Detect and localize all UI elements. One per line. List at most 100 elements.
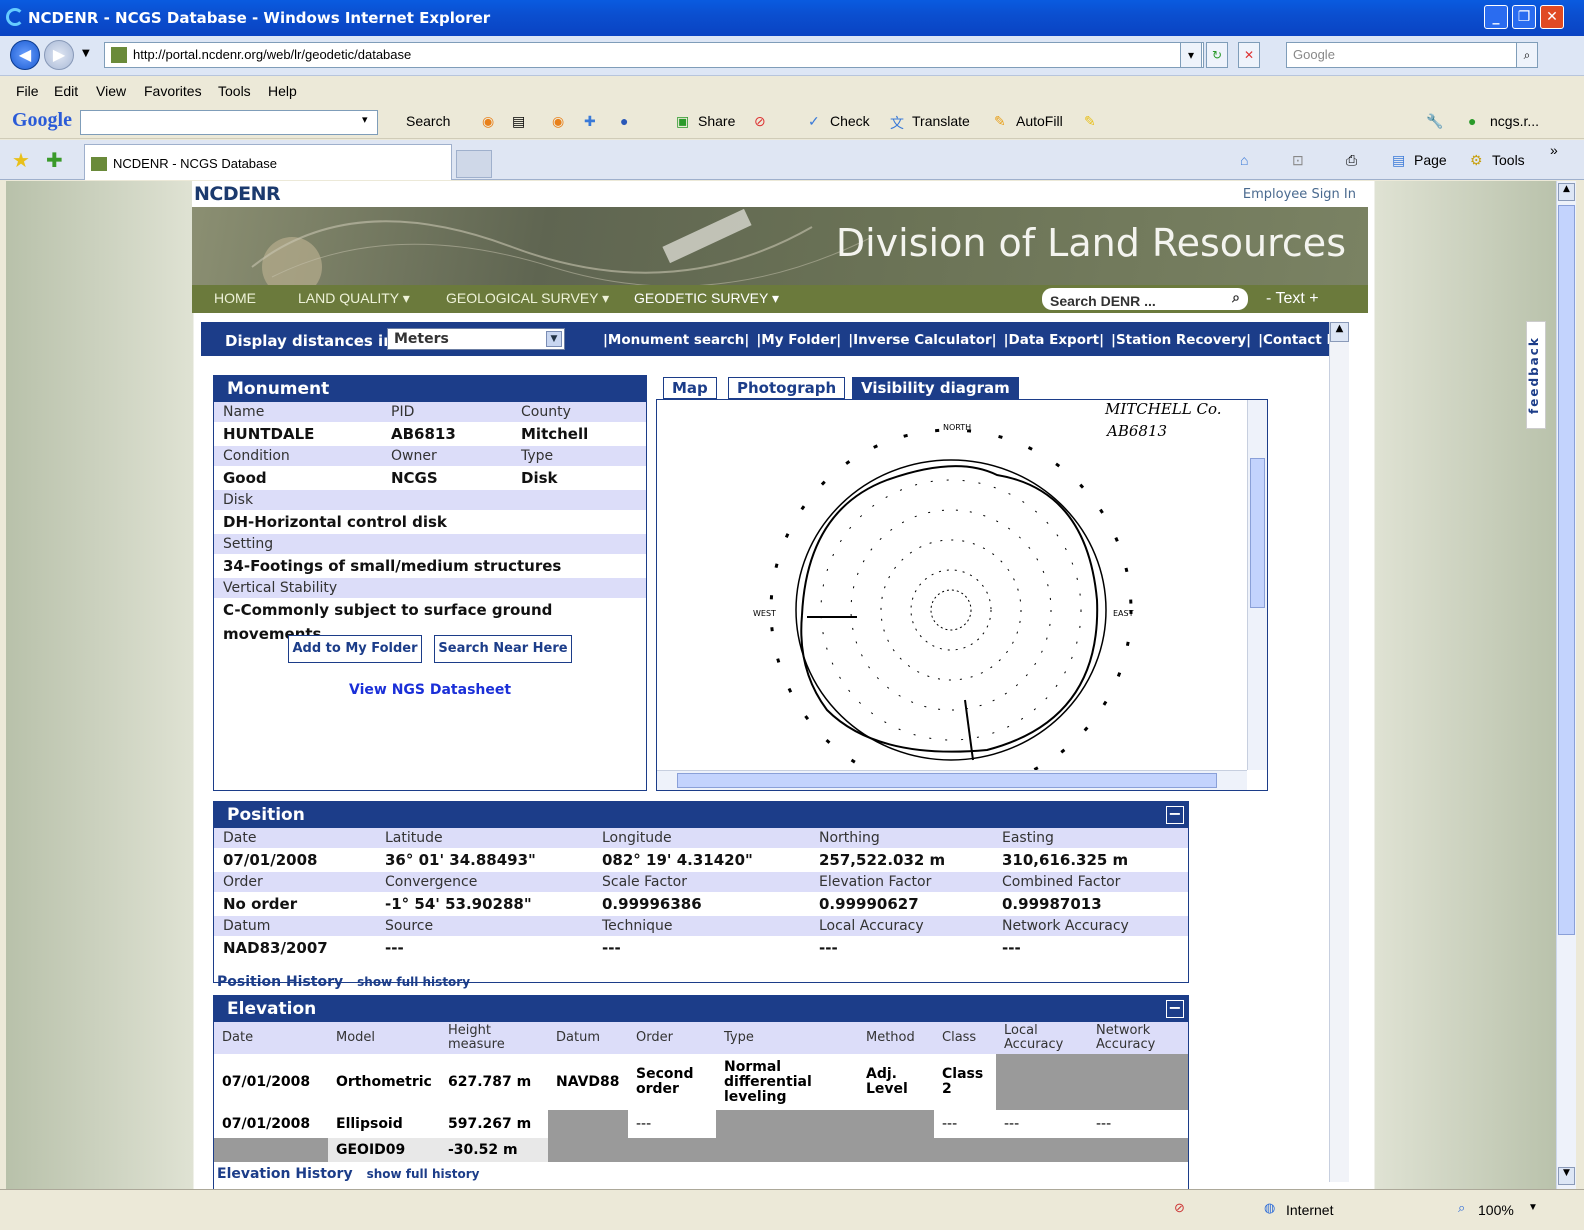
zoom-dropdown-icon[interactable]: ▼ xyxy=(1528,1202,1538,1213)
window-titlebar: NCDENR - NCGS Database - Windows Interne… xyxy=(0,0,1584,36)
menu-edit[interactable]: Edit xyxy=(54,83,78,99)
page-icon: ▤ xyxy=(1392,152,1406,168)
inverse-calculator-link[interactable]: |Inverse Calculator| xyxy=(848,332,996,348)
refresh-icon[interactable]: ↻ xyxy=(1206,42,1228,68)
text-size-control[interactable]: - Text + xyxy=(1266,290,1319,308)
feeds-icon[interactable]: ⊡ xyxy=(1292,152,1304,169)
tools-menu[interactable]: Tools xyxy=(1492,152,1525,168)
tab-map[interactable]: Map xyxy=(663,377,717,399)
stop-icon[interactable]: ✕ xyxy=(1238,42,1260,68)
new-tab-button[interactable] xyxy=(456,150,492,178)
menu-help[interactable]: Help xyxy=(268,83,297,99)
menu-file[interactable]: File xyxy=(16,83,39,99)
order-label: Order xyxy=(223,874,263,890)
toolbar-swirl2-icon[interactable]: ◉ xyxy=(552,113,564,130)
search-go-icon[interactable]: ⌕ xyxy=(1516,42,1538,68)
latitude-value: 36° 01' 34.88493" xyxy=(385,851,536,869)
nav-land-quality[interactable]: LAND QUALITY ▾ xyxy=(298,290,410,307)
toolbar-dell-icon[interactable]: ● xyxy=(620,113,628,129)
nav-geological-survey[interactable]: GEOLOGICAL SURVEY ▾ xyxy=(446,290,609,307)
minimize-button[interactable]: _ xyxy=(1484,5,1508,29)
scroll-up-icon[interactable]: ▲ xyxy=(1330,322,1349,342)
denr-search-input[interactable]: Search DENR ... ⌕ xyxy=(1042,288,1248,310)
disk-label: Disk xyxy=(214,490,646,510)
add-to-folder-button[interactable]: Add to My Folder xyxy=(288,635,422,663)
google-toolbar: Google ▾ Search ◉ ▤ ◉ ✚ ● ▣ Share ⊘ ✓ Ch… xyxy=(0,105,1584,139)
toolbar-block-icon[interactable]: ⊘ xyxy=(754,113,766,130)
popup-blocker-icon[interactable]: ⊘ xyxy=(1174,1200,1185,1216)
employee-sign-in-link[interactable]: Employee Sign In xyxy=(1243,187,1356,202)
name-value: HUNTDALE xyxy=(223,425,315,443)
view-datasheet-link[interactable]: View NGS Datasheet xyxy=(349,682,511,698)
autofill-icon: ✎ xyxy=(994,113,1006,129)
zoom-level[interactable]: 100% xyxy=(1478,1202,1514,1218)
feedback-tab[interactable]: feedback xyxy=(1526,321,1546,429)
elevation-history-link[interactable]: Elevation History xyxy=(217,1166,353,1182)
monument-search-link[interactable]: |Monument search| xyxy=(603,332,749,348)
diagram-hscroll[interactable] xyxy=(657,770,1247,790)
page-scroll-down-icon[interactable]: ▼ xyxy=(1558,1167,1575,1185)
collapse-elevation-icon[interactable]: − xyxy=(1166,1000,1184,1018)
nav-geodetic-survey[interactable]: GEODETIC SURVEY ▾ xyxy=(634,290,779,307)
toolbar-page-icon[interactable]: ▤ xyxy=(512,113,525,130)
share-button[interactable]: Share xyxy=(698,113,735,129)
home-icon[interactable]: ⌂ xyxy=(1240,152,1248,168)
owner-value: NCGS xyxy=(391,469,438,487)
diagram-vscroll-thumb[interactable] xyxy=(1250,458,1265,608)
back-button[interactable]: ◀ xyxy=(10,40,40,70)
collapse-position-icon[interactable]: − xyxy=(1166,806,1184,824)
tab-visibility-diagram[interactable]: Visibility diagram xyxy=(852,377,1019,399)
history-dropdown-icon[interactable]: ▼ xyxy=(82,48,90,59)
google-dropdown-icon[interactable]: ▾ xyxy=(362,113,368,126)
page-scrollbar[interactable]: ▲ ▼ xyxy=(1556,181,1576,1189)
forward-button[interactable]: ▶ xyxy=(44,40,74,70)
menu-favorites[interactable]: Favorites xyxy=(144,83,202,99)
translate-button[interactable]: Translate xyxy=(912,113,970,129)
visibility-diagram: NORTH WEST EAST MITCHELL Co. AB6813 xyxy=(753,400,1222,770)
easting-value: 310,616.325 m xyxy=(1002,851,1129,869)
menu-view[interactable]: View xyxy=(96,83,126,99)
restore-button[interactable]: ❐ xyxy=(1512,5,1536,29)
diagram-vscroll[interactable] xyxy=(1247,400,1267,770)
page-scroll-thumb[interactable] xyxy=(1558,205,1575,935)
data-export-link[interactable]: |Data Export| xyxy=(1004,332,1104,348)
content-scrollbar[interactable]: ▲ xyxy=(1329,322,1349,1182)
tab-photograph[interactable]: Photograph xyxy=(728,377,846,399)
search-box[interactable]: Google xyxy=(1286,42,1532,68)
station-recovery-link[interactable]: |Station Recovery| xyxy=(1111,332,1251,348)
tab-ncgs-database[interactable]: NCDENR - NCGS Database xyxy=(84,144,452,180)
search-near-here-button[interactable]: Search Near Here xyxy=(434,635,572,663)
toolbar-swirl-icon[interactable]: ◉ xyxy=(482,113,494,130)
menu-tools[interactable]: Tools xyxy=(218,83,251,99)
toolbar-plus-icon[interactable]: ✚ xyxy=(584,113,596,130)
position-value-row: 07/01/2008 36° 01' 34.88493" 082° 19' 4.31… xyxy=(214,848,1188,872)
highlighter-icon[interactable]: ✎ xyxy=(1084,113,1096,130)
my-folder-link[interactable]: |My Folder| xyxy=(756,332,841,348)
page-scroll-up-icon[interactable]: ▲ xyxy=(1558,183,1575,201)
add-favorite-icon[interactable]: ✚ xyxy=(46,148,63,172)
position-label-row: Datum Source Technique Local Accuracy Networ… xyxy=(214,916,1188,936)
autofill-button[interactable]: AutoFill xyxy=(1016,113,1063,129)
toolbar-account[interactable]: ncgs.r... xyxy=(1490,113,1539,129)
page-menu[interactable]: Page xyxy=(1414,152,1447,168)
contact-ncgs-link[interactable]: |Contact NCGS| xyxy=(1258,332,1373,348)
google-search-button[interactable]: Search xyxy=(406,113,450,129)
nav-home[interactable]: HOME xyxy=(214,290,256,306)
google-search-input[interactable] xyxy=(80,110,378,135)
easting-label: Easting xyxy=(1002,830,1054,846)
wrench-icon[interactable]: 🔧 xyxy=(1426,113,1443,130)
address-field[interactable]: http://portal.ncdenr.org/web/lr/geodetic… xyxy=(104,42,1204,68)
close-button[interactable]: ✕ xyxy=(1540,5,1564,29)
position-full-history-link[interactable]: show full history xyxy=(357,975,470,989)
check-button[interactable]: Check xyxy=(830,113,870,129)
print-icon[interactable]: ⎙ xyxy=(1346,152,1357,169)
elevation-full-history-link[interactable]: show full history xyxy=(367,1167,480,1181)
favorites-star-icon[interactable]: ★ xyxy=(12,148,30,172)
search-icon[interactable]: ⌕ xyxy=(1232,289,1240,306)
address-dropdown-icon[interactable]: ▾ xyxy=(1180,42,1202,68)
position-history-link[interactable]: Position History xyxy=(217,974,343,990)
west-label: WEST xyxy=(753,609,776,618)
distance-unit-select[interactable]: Meters ▼ xyxy=(387,328,565,350)
chevron-more-icon[interactable]: » xyxy=(1550,142,1558,158)
diagram-hscroll-thumb[interactable] xyxy=(677,773,1217,788)
